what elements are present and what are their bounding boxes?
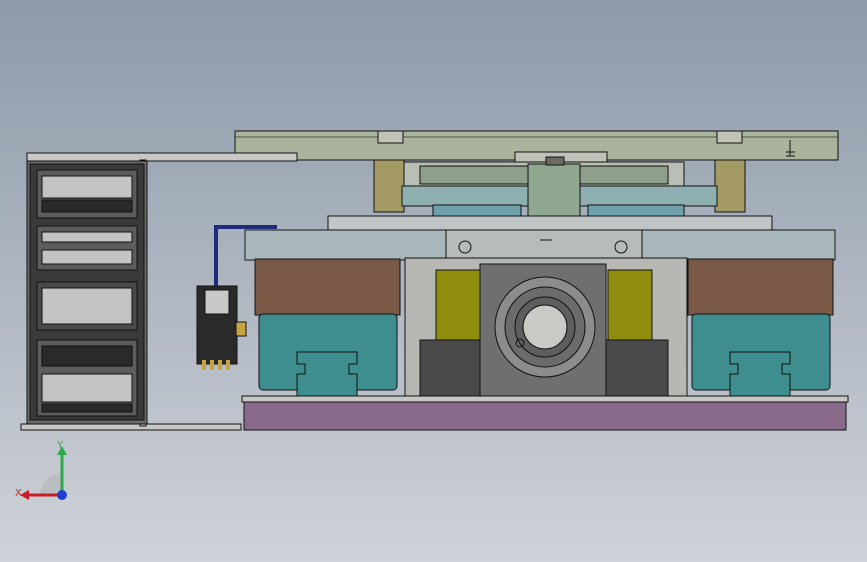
z-axis (57, 490, 67, 500)
hub-cylinder (527, 163, 581, 217)
central-carriage[interactable] (401, 156, 718, 226)
clamp-block-left (373, 159, 405, 213)
left-bottom-rail (20, 423, 242, 431)
bearing-bore (522, 304, 568, 350)
y-axis-label: Y (57, 440, 64, 451)
cable-chain-link-3 (36, 281, 138, 331)
glass-center-window (445, 229, 643, 259)
center-housing[interactable] (404, 257, 688, 401)
hub-cap (545, 156, 565, 166)
cable-chain-link-4 (36, 339, 138, 417)
cable-chain-link-2 (36, 225, 138, 271)
cable-chain-link-1 (36, 169, 138, 219)
glass-shelf[interactable] (244, 215, 836, 261)
top-plate-tab-right (716, 130, 743, 144)
brown-block-right (687, 258, 834, 316)
cad-viewport[interactable]: Y X (0, 0, 867, 562)
yellow-block-left (435, 269, 481, 341)
sensor-pin-4 (226, 360, 230, 370)
yellow-block-right (607, 269, 653, 341)
sensor-pin-3 (218, 360, 222, 370)
x-axis-label: X (15, 488, 22, 499)
cable-chain[interactable] (26, 160, 148, 425)
top-plate-assembly[interactable] (234, 130, 839, 163)
cad-model-view[interactable] (0, 0, 867, 562)
top-plate-tab-left (377, 130, 404, 144)
left-top-rail (26, 152, 298, 162)
sensor-pin-1 (202, 360, 206, 370)
sensor-connector (235, 321, 247, 337)
brown-block-left (254, 258, 401, 316)
orientation-triad: Y X (10, 440, 80, 510)
sensor-pin-2 (210, 360, 214, 370)
clamp-block-right (714, 159, 746, 213)
base-plate[interactable] (241, 395, 849, 431)
